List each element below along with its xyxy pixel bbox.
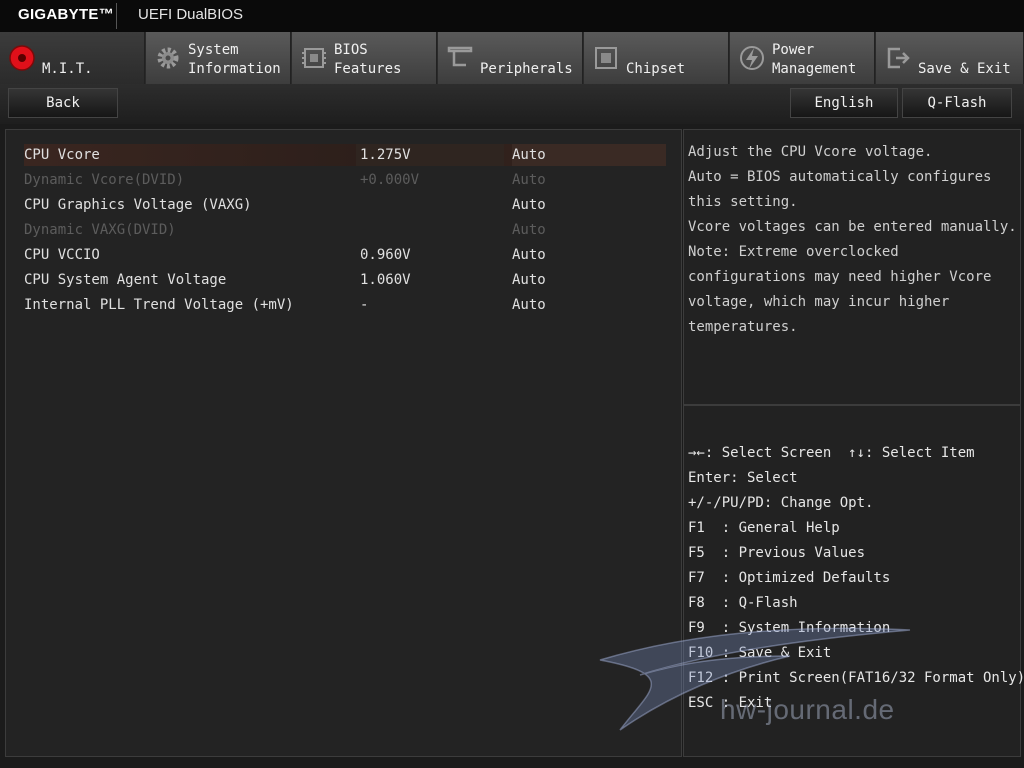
help-line: Vcore voltages can be entered manually. [688, 219, 1017, 235]
setting-option[interactable]: Auto [512, 194, 546, 216]
setting-name: CPU VCCIO [24, 247, 100, 263]
setting-value: 1.275V [360, 147, 411, 163]
setting-name: Dynamic VAXG(DVID) [24, 222, 176, 238]
language-button[interactable]: English [790, 88, 898, 118]
tab-mit-label: M.I.T. [42, 61, 93, 77]
tab-chipset-label: Chipset [626, 61, 686, 77]
setting-option[interactable]: Auto [512, 244, 546, 266]
key-line: Enter: Select [688, 470, 798, 486]
tab-power-management[interactable]: Power Management [730, 32, 875, 84]
setting-value: 1.060V [360, 272, 411, 288]
setting-value: 0.960V [360, 247, 411, 263]
help-line: configurations may need higher Vcore [688, 269, 992, 285]
help-line: temperatures. [688, 319, 798, 335]
peripherals-icon [447, 46, 473, 67]
setting-row-internal-pll-trend-voltage[interactable]: Internal PLL Trend Voltage (+mV) - Auto [24, 294, 666, 316]
setting-name: CPU System Agent Voltage [24, 272, 227, 288]
setting-value: - [360, 297, 369, 313]
help-line: Adjust the CPU Vcore voltage. [688, 144, 933, 160]
title-bar: GIGABYTE™ UEFI DualBIOS [0, 0, 1024, 32]
key-line: F5 : Previous Values [688, 545, 866, 561]
help-panel: Adjust the CPU Vcore voltage. Auto = BIO… [683, 129, 1021, 405]
help-line: Auto = BIOS automatically configures [688, 169, 992, 185]
setting-name: CPU Graphics Voltage (VAXG) [24, 197, 252, 213]
title-divider [116, 3, 117, 29]
mit-icon [9, 45, 35, 71]
power-icon [740, 46, 764, 70]
setting-name: Internal PLL Trend Voltage (+mV) [24, 297, 294, 313]
key-line: +/-/PU/PD: Change Opt. [688, 495, 874, 511]
help-line: this setting. [688, 194, 798, 210]
setting-name: CPU Vcore [24, 147, 100, 163]
watermark-swoosh-icon [599, 627, 911, 731]
setting-option: Auto [512, 172, 546, 188]
qflash-button[interactable]: Q-Flash [902, 88, 1012, 118]
setting-option[interactable]: Auto [512, 144, 546, 166]
setting-row-dynamic-vcore: Dynamic Vcore(DVID) +0.000V Auto [24, 169, 666, 191]
tab-peripherals-label: Peripherals [480, 61, 573, 77]
tab-peripherals[interactable]: Peripherals [438, 32, 583, 84]
tab-mit[interactable]: M.I.T. [0, 32, 145, 84]
setting-row-cpu-vccio[interactable]: CPU VCCIO 0.960V Auto [24, 244, 666, 266]
tab-save-exit[interactable]: Save & Exit [876, 32, 1024, 84]
setting-row-dynamic-vaxg: Dynamic VAXG(DVID) Auto [24, 219, 666, 241]
key-line: →←: Select Screen ↑↓: Select Item [688, 445, 975, 461]
watermark-text: hw-journal.de [720, 694, 895, 725]
key-line: F7 : Optimized Defaults [688, 570, 891, 586]
gear-icon [157, 47, 179, 69]
setting-row-cpu-vcore[interactable]: CPU Vcore 1.275V Auto [24, 144, 666, 166]
setting-row-cpu-system-agent-voltage[interactable]: CPU System Agent Voltage 1.060V Auto [24, 269, 666, 291]
nav-bar: Back English Q-Flash [0, 84, 1024, 124]
product-title: UEFI DualBIOS [138, 6, 244, 23]
tab-save-exit-label: Save & Exit [918, 61, 1011, 77]
key-line: F1 : General Help [688, 520, 840, 536]
setting-option[interactable]: Auto [512, 294, 546, 316]
gigabyte-logo: GIGABYTE™ [18, 6, 115, 23]
setting-name: Dynamic Vcore(DVID) [24, 172, 185, 188]
setting-value: +0.000V [360, 172, 420, 188]
tab-bios-features-label: BIOS Features [334, 42, 402, 77]
help-line: Note: Extreme overclocked [688, 244, 899, 260]
tab-system-information[interactable]: System Information [146, 32, 291, 84]
bios-chip-icon [302, 48, 326, 68]
tab-chipset[interactable]: Chipset [584, 32, 729, 84]
setting-option[interactable]: Auto [512, 269, 546, 291]
tab-system-information-label: System Information [188, 42, 281, 77]
tab-power-management-label: Power Management [772, 42, 857, 77]
tab-bios-features[interactable]: BIOS Features [292, 32, 437, 84]
chipset-icon [595, 47, 617, 69]
main-tabs: M.I.T. System Information BIOS Features … [0, 32, 1024, 84]
key-line: F8 : Q-Flash [688, 595, 798, 611]
help-line: voltage, which may incur higher [688, 294, 950, 310]
setting-option: Auto [512, 222, 546, 238]
setting-row-cpu-graphics-voltage[interactable]: CPU Graphics Voltage (VAXG) Auto [24, 194, 666, 216]
exit-icon [887, 47, 910, 69]
back-button[interactable]: Back [8, 88, 118, 118]
